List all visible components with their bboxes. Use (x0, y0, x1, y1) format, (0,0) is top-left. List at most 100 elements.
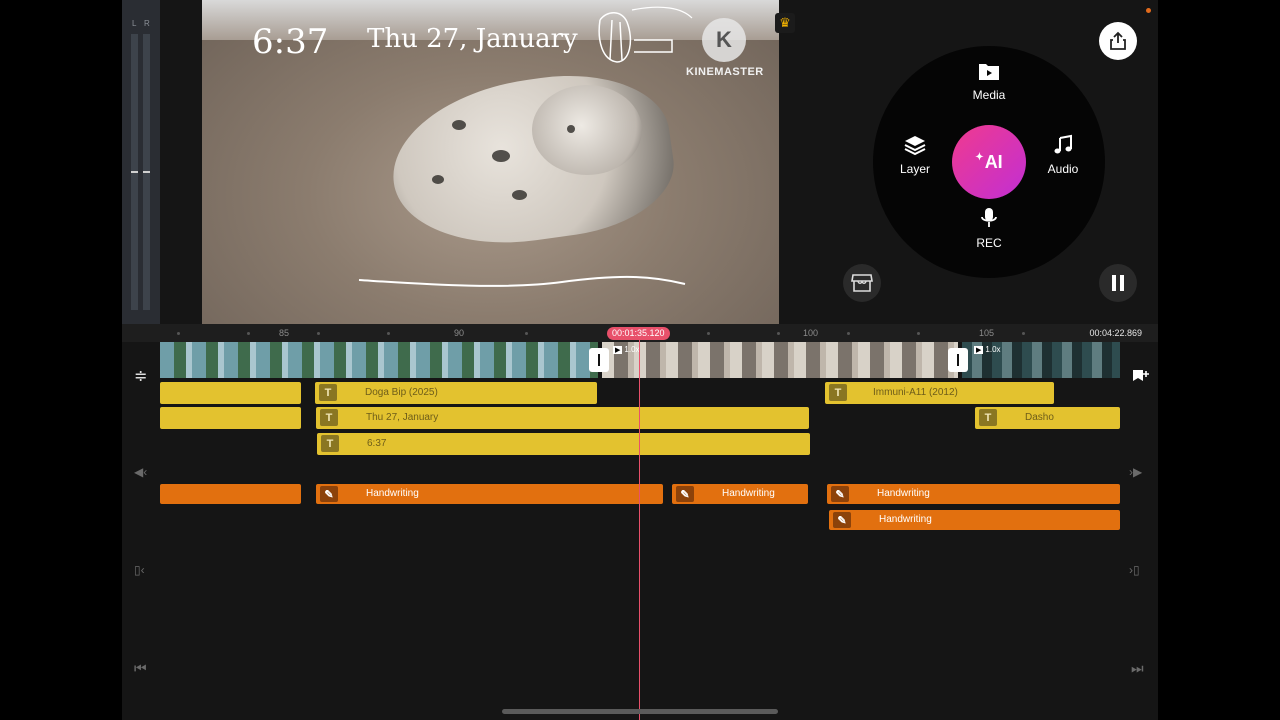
previous-clip-edge-icon[interactable]: ▯‹ (134, 563, 145, 577)
media-button[interactable]: Media (954, 60, 1024, 102)
home-indicator (502, 709, 778, 714)
pen-icon: ✎ (833, 512, 851, 528)
ai-label: AI (984, 151, 1003, 172)
meter-left-level (131, 171, 138, 173)
clip2-speed: 1.0x (624, 345, 640, 354)
ruler-dot (777, 332, 780, 335)
notification-dot (1146, 8, 1151, 13)
text-icon: T (829, 384, 847, 401)
next-clip-edge-icon[interactable]: ›▯ (1129, 563, 1140, 577)
text-icon: T (979, 409, 997, 426)
pause-button[interactable] (1099, 264, 1137, 302)
handwriting-clip[interactable]: ✎ Handwriting (827, 484, 1120, 504)
text-icon: T (319, 384, 337, 401)
overlay-date-text: Thu 27, January (367, 24, 578, 54)
text-clip[interactable] (160, 382, 301, 404)
text-clip-label: Thu 27, January (366, 412, 439, 423)
ruler-dot (387, 332, 390, 335)
text-clip[interactable]: T Thu 27, January (316, 407, 809, 429)
bookmark-plus-icon (1133, 370, 1149, 381)
export-share-button[interactable] (1099, 22, 1137, 60)
rec-button[interactable]: REC (954, 206, 1024, 250)
pause-icon (1112, 275, 1124, 291)
share-icon (1110, 31, 1126, 50)
handwriting-clip[interactable]: ✎ Handwriting (672, 484, 808, 504)
project-duration: 00:04:22.869 (1089, 328, 1142, 338)
previous-bookmark-icon[interactable]: ◀‹ (134, 465, 147, 479)
ruler-dot (247, 332, 250, 335)
play-icon: ▶ (613, 346, 623, 354)
ai-button[interactable]: ✦ AI (952, 125, 1026, 199)
text-clip-label: Doga Bip (2025) (365, 387, 438, 398)
text-clip-label: Immuni-A11 (2012) (873, 387, 958, 398)
playhead-timecode: 00:01:35.120 (607, 327, 670, 340)
text-clip[interactable]: T Dasho (975, 407, 1120, 429)
track-height-toggle-icon[interactable]: ≑ (134, 366, 147, 386)
audio-level-meter: L R (122, 0, 160, 324)
ruler-mark: 90 (454, 328, 465, 338)
text-icon: T (320, 409, 338, 426)
meter-left-label: L (132, 19, 137, 28)
ruler-mark: 105 (979, 328, 995, 338)
jump-to-start-icon[interactable]: ⏮ (134, 660, 147, 677)
audio-button[interactable]: Audio (1028, 134, 1098, 176)
text-clip-label: 6:37 (367, 438, 387, 449)
kinemaster-logo-letter: K (716, 27, 732, 52)
layer-button[interactable]: Layer (880, 134, 950, 176)
folder-play-icon (979, 64, 999, 80)
music-note-icon (1054, 134, 1072, 154)
add-bookmark-button[interactable] (1131, 367, 1151, 388)
handwriting-clip-label: Handwriting (877, 488, 930, 499)
meter-right-level (143, 171, 150, 173)
playhead-line[interactable] (639, 340, 640, 720)
meter-right-label: R (144, 19, 150, 28)
microphone-icon (981, 208, 997, 227)
ruler-mark: 100 (803, 328, 819, 338)
kinemaster-editor: L R 6:37 Thu 27, January K KINEMASTER ♛ (0, 0, 1280, 720)
handwriting-clip[interactable] (160, 484, 301, 504)
rec-label: REC (976, 236, 1002, 250)
transition-handle[interactable] (948, 348, 968, 372)
handwriting-clip-label: Handwriting (722, 488, 775, 499)
ruler-dot (317, 332, 320, 335)
handwriting-clip-label: Handwriting (366, 488, 419, 499)
handwriting-clip[interactable]: ✎ Handwriting (829, 510, 1120, 530)
transition-handle[interactable] (589, 348, 609, 372)
layer-label: Layer (899, 162, 931, 176)
layers-icon (904, 136, 926, 156)
audio-label: Audio (1047, 162, 1079, 176)
handwriting-clip[interactable]: ✎ Handwriting (316, 484, 663, 504)
ruler-dot (847, 332, 850, 335)
media-radial-menu: Media Layer Audio ✦ AI REC (873, 46, 1105, 278)
media-label: Media (972, 88, 1006, 102)
video-clip-forest[interactable] (160, 342, 598, 378)
video-clip-seal[interactable] (602, 342, 958, 378)
ruler-dot (707, 332, 710, 335)
premium-crown-icon[interactable]: ♛ (775, 13, 795, 33)
play-icon: ▶ (974, 346, 984, 354)
clip-speed-badge: ▶ 1.0x (613, 345, 640, 354)
next-bookmark-icon[interactable]: ›▶ (1129, 465, 1142, 479)
ruler-dot (525, 332, 528, 335)
handwriting-clip-label: Handwriting (879, 514, 932, 525)
store-icon (851, 274, 873, 292)
pen-icon: ✎ (831, 486, 849, 502)
kinemaster-logo-icon: K (702, 18, 746, 62)
overlay-time-text: 6:37 (252, 22, 329, 62)
ruler-dot (917, 332, 920, 335)
ruler-mark: 85 (279, 328, 290, 338)
text-clip-label: Dasho (1025, 412, 1054, 423)
text-clip[interactable]: T 6:37 (317, 433, 810, 455)
text-clip[interactable]: T Doga Bip (2025) (315, 382, 597, 404)
text-clip[interactable] (160, 407, 301, 429)
pen-icon: ✎ (320, 486, 338, 502)
ruler-dot (177, 332, 180, 335)
asset-store-button[interactable] (843, 264, 881, 302)
kinemaster-watermark: KINEMASTER (686, 66, 764, 78)
clip-speed-badge: ▶ 1.0x (974, 345, 1001, 354)
ai-sparkle-icon: ✦ (975, 151, 984, 163)
text-icon: T (321, 435, 339, 452)
video-preview[interactable]: 6:37 Thu 27, January K KINEMASTER (202, 0, 779, 324)
jump-to-end-icon[interactable]: ⏭ (1131, 660, 1144, 677)
text-clip[interactable]: T Immuni-A11 (2012) (825, 382, 1054, 404)
